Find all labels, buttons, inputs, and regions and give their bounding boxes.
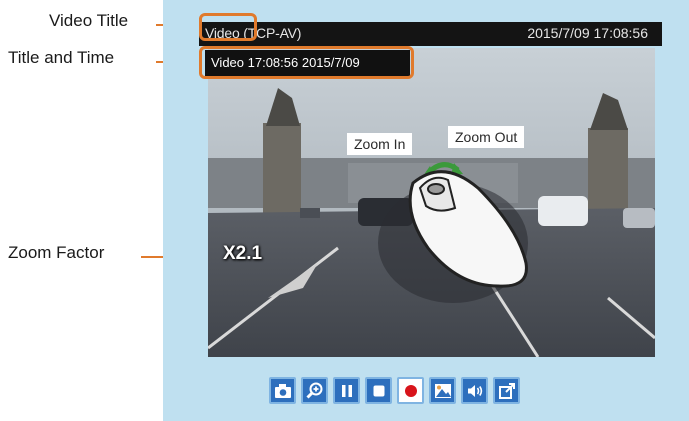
video-control-toolbar (269, 377, 520, 404)
zoom-out-callout: Zoom Out (448, 126, 525, 148)
annotation-title-and-time: Title and Time (8, 48, 115, 67)
annotation-video-title: Video Title (49, 11, 129, 30)
volume-icon (467, 384, 482, 397)
street-scene-image (208, 48, 655, 357)
camera-icon (274, 383, 291, 398)
fullscreen-button[interactable] (493, 377, 520, 404)
volume-button[interactable] (461, 377, 488, 404)
snapshot-button[interactable] (269, 377, 296, 404)
pause-icon (341, 384, 352, 397)
title-time-highlight (199, 46, 414, 79)
annotation-zoom-factor: Zoom Factor (8, 243, 105, 262)
record-icon (404, 384, 417, 397)
fullscreen-icon (498, 382, 515, 399)
zoom-factor-indicator: X2.1 (223, 243, 263, 264)
video-title-highlight (199, 13, 257, 41)
video-title-bar: Video (TCP-AV) 2015/7/09 17:08:56 (199, 22, 662, 46)
record-button[interactable] (397, 377, 424, 404)
pause-button[interactable] (333, 377, 360, 404)
zoom-in-icon (305, 382, 322, 399)
video-timestamp: 2015/7/09 17:08:56 (527, 25, 648, 41)
live-video-frame[interactable] (208, 48, 655, 357)
stop-icon (373, 385, 384, 396)
stop-button[interactable] (365, 377, 392, 404)
digital-zoom-button[interactable] (429, 377, 456, 404)
zoom-button[interactable] (301, 377, 328, 404)
digital-zoom-icon (434, 383, 451, 398)
zoom-in-callout: Zoom In (347, 133, 413, 155)
